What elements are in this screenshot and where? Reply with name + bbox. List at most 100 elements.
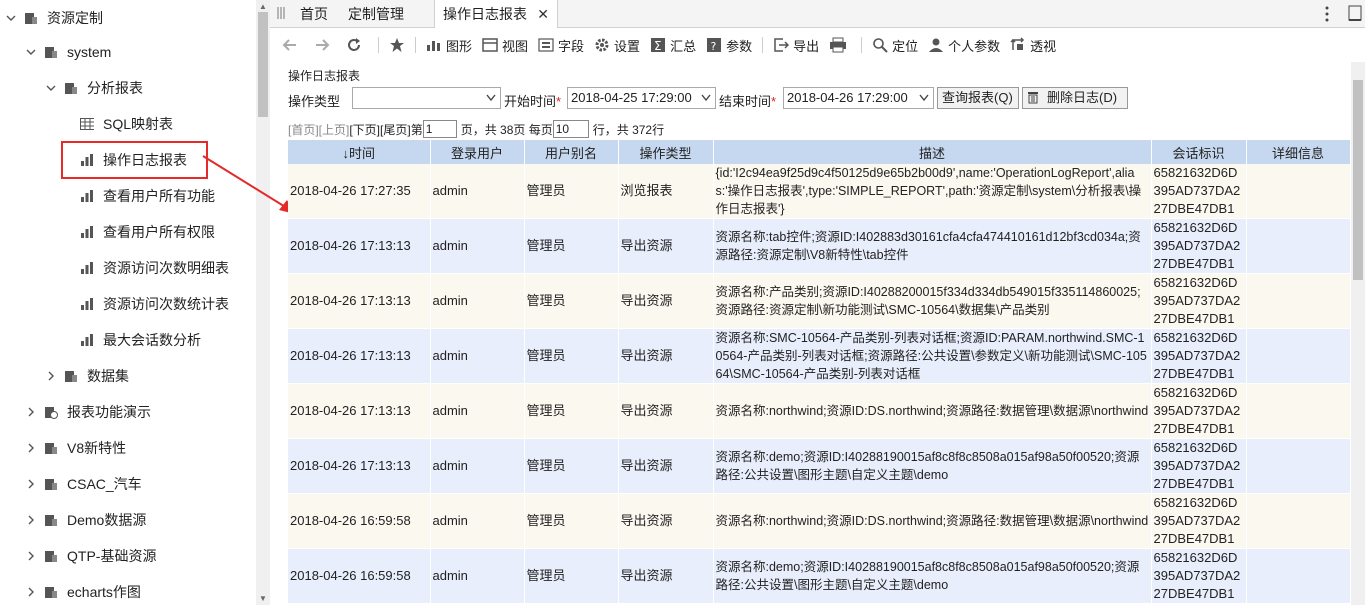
- close-icon[interactable]: ✕: [537, 0, 549, 28]
- bar-chart-icon: [81, 334, 93, 346]
- header-user-alias[interactable]: 用户别名: [524, 140, 619, 164]
- cell-time: 2018-04-26 17:13:13: [288, 383, 431, 439]
- folder-icon: [45, 443, 57, 454]
- toolbar-label: 个人参数: [948, 38, 1001, 54]
- scroll-up-icon[interactable]: ▲: [259, 2, 267, 11]
- tab-label: 定制管理: [348, 6, 404, 22]
- cell-detail[interactable]: [1246, 383, 1351, 439]
- tree-item-sql-mapping[interactable]: SQL映射表: [80, 106, 173, 142]
- tree-node-root[interactable]: 资源定制: [6, 0, 103, 36]
- first-page-link[interactable]: [首页]: [288, 121, 319, 138]
- tab-home[interactable]: 首页: [292, 0, 336, 28]
- header-op-type[interactable]: 操作类型: [618, 140, 714, 164]
- cell-detail[interactable]: [1246, 273, 1351, 329]
- start-time-label: 开始时间*: [504, 91, 561, 110]
- settings-button[interactable]: 设置: [594, 28, 640, 62]
- menu-icon[interactable]: [276, 6, 286, 20]
- cell-detail[interactable]: [1246, 493, 1351, 549]
- cell-time: 2018-04-26 17:13:13: [288, 218, 431, 274]
- more-icon[interactable]: [1324, 5, 1330, 23]
- chevron-right-icon[interactable]: [26, 587, 36, 597]
- arrow-left-icon: [282, 39, 296, 51]
- tree-node-label: 报表功能演示: [67, 404, 151, 420]
- chevron-right-icon[interactable]: [26, 407, 36, 417]
- next-page-link[interactable]: [下页]: [349, 121, 380, 138]
- end-time-select[interactable]: 2018-04-26 17:29:00: [783, 87, 934, 109]
- tab-custom-management[interactable]: 定制管理: [340, 0, 412, 28]
- chevron-right-icon[interactable]: [26, 515, 36, 525]
- favorite-button[interactable]: [389, 28, 409, 62]
- chevron-right-icon[interactable]: [26, 479, 36, 489]
- user-icon: [929, 38, 944, 52]
- print-button[interactable]: [829, 28, 851, 62]
- tree-node-echarts[interactable]: echarts作图: [26, 574, 141, 605]
- personal-params-button[interactable]: 个人参数: [928, 28, 1000, 62]
- tree-item-max-sessions[interactable]: 最大会话数分析: [80, 322, 201, 358]
- header-time[interactable]: ↓时间: [288, 140, 431, 164]
- cell-user: admin: [430, 493, 525, 549]
- tree-node-csac[interactable]: CSAC_汽车: [26, 466, 142, 502]
- sidebar-scrollbar[interactable]: ▲ ▼: [256, 0, 270, 605]
- tree-node-system[interactable]: system: [26, 34, 111, 70]
- folder-icon: [45, 551, 57, 562]
- toolbar-divider: [415, 37, 416, 53]
- locate-button[interactable]: 定位: [872, 28, 918, 62]
- view-button[interactable]: 视图: [482, 28, 528, 62]
- chevron-down-icon[interactable]: [6, 13, 16, 23]
- cell-detail[interactable]: [1246, 548, 1351, 604]
- cell-detail[interactable]: [1246, 218, 1351, 274]
- tab-operation-log[interactable]: 操作日志报表 ✕: [434, 0, 558, 29]
- chevron-right-icon[interactable]: [26, 443, 36, 453]
- tree-node-analysis[interactable]: 分析报表: [46, 70, 143, 106]
- header-session-id[interactable]: 会话标识: [1151, 140, 1247, 164]
- start-time-select[interactable]: 2018-04-25 17:29:00: [567, 87, 716, 109]
- chevron-right-icon[interactable]: [46, 371, 56, 381]
- tree-node-v8-features[interactable]: V8新特性: [26, 430, 126, 466]
- query-report-button[interactable]: 查询报表(Q): [937, 87, 1019, 109]
- tree-item-access-detail[interactable]: 资源访问次数明细表: [80, 250, 229, 286]
- chevron-down-icon: [701, 94, 711, 102]
- tree-item-access-stats[interactable]: 资源访问次数统计表: [80, 286, 229, 322]
- scrollbar-thumb[interactable]: [1353, 80, 1363, 280]
- tree-node-report-demo[interactable]: 报表功能演示: [26, 394, 151, 430]
- field-button[interactable]: 字段: [538, 28, 584, 62]
- export-button[interactable]: 导出: [773, 28, 819, 62]
- cell-op: 导出资源: [618, 548, 714, 604]
- cell-op: 导出资源: [618, 438, 714, 494]
- header-description[interactable]: 描述: [713, 140, 1152, 164]
- pivot-button[interactable]: 透视: [1010, 28, 1056, 62]
- tree-node-dataset[interactable]: 数据集: [46, 358, 129, 394]
- refresh-button[interactable]: [346, 28, 366, 62]
- chevron-right-icon[interactable]: [26, 551, 36, 561]
- scrollbar-thumb[interactable]: [258, 12, 268, 117]
- last-page-link[interactable]: [尾页]: [380, 121, 411, 138]
- cell-time: 2018-04-26 17:13:13: [288, 438, 431, 494]
- params-button[interactable]: ? 参数: [706, 28, 752, 62]
- content-scrollbar[interactable]: [1351, 62, 1365, 605]
- cell-session: 65821632D6D395AD737DA227DBE47DB1: [1151, 218, 1247, 274]
- cell-detail[interactable]: [1246, 328, 1351, 384]
- view-icon: [482, 38, 498, 52]
- page-number-input[interactable]: 1: [422, 120, 457, 138]
- per-page-input[interactable]: 10: [552, 120, 589, 138]
- sum-icon: Σ: [651, 38, 666, 53]
- op-type-select[interactable]: [352, 87, 501, 109]
- tree-node-demo-datasource[interactable]: Demo数据源: [26, 502, 146, 538]
- forward-button[interactable]: [314, 28, 334, 62]
- header-login-user[interactable]: 登录用户: [430, 140, 525, 164]
- prev-page-link[interactable]: [上页]: [319, 121, 350, 138]
- scroll-down-icon[interactable]: ▼: [259, 594, 267, 603]
- cell-detail[interactable]: [1246, 438, 1351, 494]
- chevron-down-icon[interactable]: [46, 83, 56, 93]
- export-icon: [774, 38, 790, 52]
- cell-detail[interactable]: [1246, 164, 1351, 219]
- summary-button[interactable]: Σ 汇总: [650, 28, 696, 62]
- header-detail[interactable]: 详细信息: [1246, 140, 1351, 164]
- graph-button[interactable]: 图形: [426, 28, 472, 62]
- chevron-down-icon[interactable]: [26, 47, 36, 57]
- tree-node-label: CSAC_汽车: [67, 476, 142, 492]
- delete-log-button[interactable]: 删除日志(D): [1022, 87, 1128, 109]
- minimize-icon[interactable]: [1348, 5, 1362, 23]
- back-button[interactable]: [282, 28, 302, 62]
- tree-node-qtp[interactable]: QTP-基础资源: [26, 538, 156, 574]
